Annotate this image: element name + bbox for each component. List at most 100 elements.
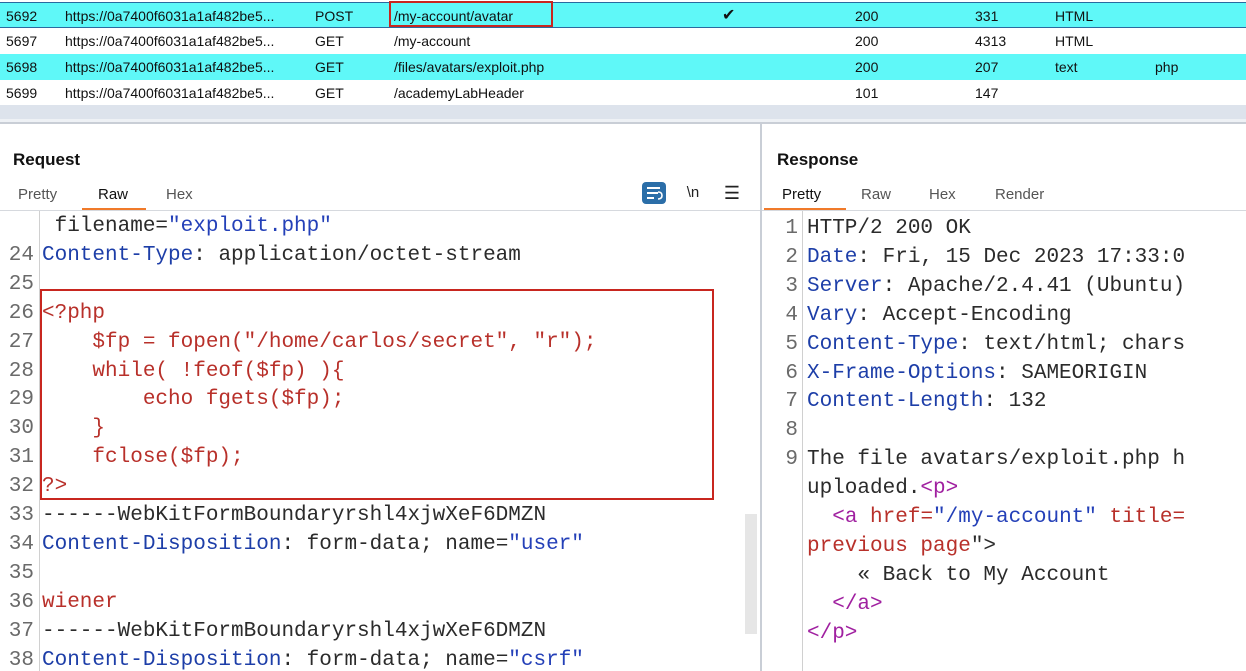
code-line: HTTP/2 200 OK [807,214,971,243]
history-cell-url: /my-account [394,33,471,49]
request-tab-raw[interactable]: Raw [98,183,128,207]
code-token: "/my-account" [933,506,1097,529]
history-cell-host: https://0a7400f6031a1af482be5... [65,85,275,101]
line-number: 2 [785,245,798,269]
line-number: 38 [8,648,34,671]
response-tab-render[interactable]: Render [995,183,1044,207]
code-line: Content-Disposition: form-data; name="cs… [42,646,584,671]
response-tab-hex[interactable]: Hex [929,183,956,207]
line-number: 7 [785,390,798,414]
history-cell-ext [1155,3,1215,29]
history-horizontal-scrollbar[interactable] [0,105,1246,119]
show-newlines-button[interactable]: \n [680,182,706,204]
history-cell-status: 200 [855,33,879,49]
history-row[interactable]: 5699 https://0a7400f6031a1af482be5... GET /… [0,80,1246,106]
response-tab-pretty[interactable]: Pretty [782,183,821,207]
history-cell-id: 5692 [6,8,38,24]
line-number: 6 [785,361,798,385]
line-number: 24 [8,243,34,267]
code-token: uploaded. [807,477,921,501]
code-token: href= [870,506,934,529]
history-cell-host: https://0a7400f6031a1af482be5... [65,8,275,24]
line-number: 1 [785,217,798,240]
history-cell-check [722,28,752,54]
code-token: "csrf" [508,648,584,671]
history-cell-method: GET [315,85,344,101]
history-row[interactable]: 5697 https://0a7400f6031a1af482be5... GET /… [0,28,1246,54]
history-cell-method: POST [315,8,354,24]
code-token: </a> [832,592,883,616]
code-token: "user" [508,532,584,556]
menu-icon[interactable]: ☰ [719,182,745,204]
line-number [762,619,798,648]
history-cell-mime: HTML [1055,33,1094,49]
history-cell-length: 207 [975,59,999,75]
history-row[interactable]: 5692 https://0a7400f6031a1af482be5... POST… [0,2,1246,28]
line-number: 8 [785,419,798,443]
line-number [762,503,798,532]
line-number [762,532,798,561]
line-number [0,212,34,241]
code-line: previous page"> [807,532,996,561]
code-token: Server [807,274,883,298]
history-row[interactable]: 5698 https://0a7400f6031a1af482be5... GET /… [0,54,1246,80]
code-token: HTTP/2 200 OK [807,217,971,240]
line-number: 3 [785,274,798,298]
code-token: <a [832,506,871,529]
code-line: X-Frame-Options: SAMEORIGIN [807,359,1147,388]
code-token: The file avatars/exploit.php h [807,448,1186,472]
code-token: Content-Type [807,332,959,356]
response-tab-raw[interactable]: Raw [861,183,891,207]
code-line: The file avatars/exploit.php h [807,445,1185,474]
code-token: Vary [807,303,858,327]
code-token: Date [807,245,858,269]
code-token: : form-data; name= [281,648,509,671]
code-line: Content-Type: application/octet-stream [42,241,521,270]
code-line: <a href="/my-account" title= [807,503,1185,532]
history-cell-mime: HTML [1055,8,1094,24]
code-line: wiener [42,588,118,617]
code-line: Vary: Accept-Encoding [807,301,1072,330]
line-number: 32 [8,475,34,499]
code-token: </p> [807,621,858,645]
line-number: 35 [8,561,34,585]
history-cell-mime: text [1055,59,1078,75]
line-number: 36 [8,590,34,614]
code-token: Content-Disposition [42,648,282,671]
code-line: filename="exploit.php" [42,212,332,241]
request-tab-hex[interactable]: Hex [166,183,193,207]
line-number: 26 [8,301,34,325]
code-line: </a> [807,590,883,619]
code-token: Content-Disposition [42,532,282,556]
word-wrap-icon[interactable] [642,182,666,204]
line-number: 29 [8,388,34,412]
history-cell-method: GET [315,33,344,49]
history-cell-status: 200 [855,59,879,75]
code-line: ------WebKitFormBoundaryrshl4xjwXeF6DMZN [42,501,546,530]
line-number: 4 [785,303,798,327]
history-cell-id: 5698 [6,59,38,75]
line-number: 31 [8,446,34,470]
line-number: 27 [8,330,34,354]
history-cell-length: 147 [975,85,999,101]
line-number: 28 [8,359,34,383]
code-token: : Accept-Encoding [857,303,1072,327]
history-cell-id: 5699 [6,85,38,101]
history-cell-status: 200 [855,8,879,24]
panel-divider-horizontal[interactable] [0,122,1246,124]
request-vertical-scrollbar[interactable] [745,514,757,634]
line-number: 30 [8,417,34,441]
request-tab-pretty[interactable]: Pretty [18,183,57,207]
code-token: X-Frame-Options [807,361,997,385]
code-token: Content-Length [807,390,984,414]
code-token: ------WebKitFormBoundaryrshl4xjwXeF6DMZN [42,504,547,527]
code-line: </p> [807,619,857,648]
response-editor[interactable]: 1 HTTP/2 200 OK 2 Date: Fri, 15 Dec 2023 17… [762,211,1246,671]
history-cell-method: GET [315,59,344,75]
highlight-box-url [389,1,553,27]
history-cell-check [722,54,752,80]
code-token: : application/octet-stream [193,243,521,267]
code-line: Content-Length: 132 [807,387,1046,416]
